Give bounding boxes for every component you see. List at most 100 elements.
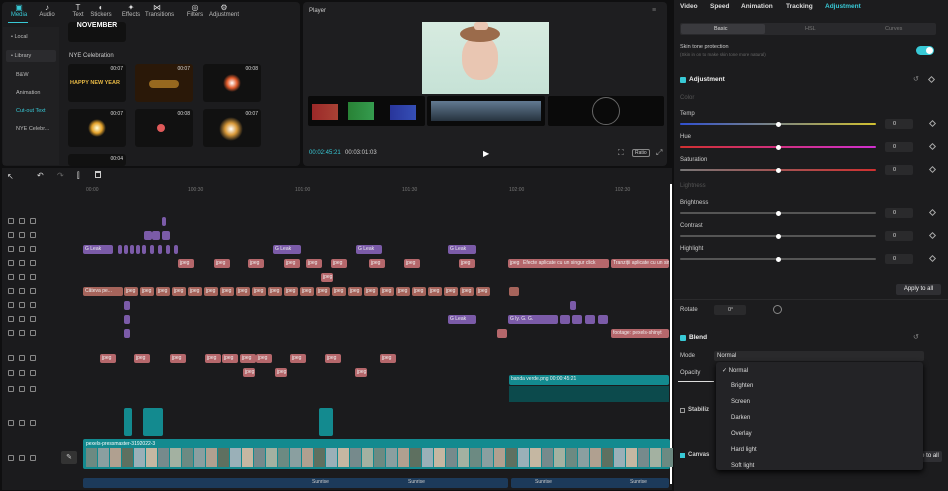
- timeline-clip[interactable]: jpeg: [256, 354, 272, 363]
- mode-select[interactable]: Normal: [714, 351, 924, 361]
- expand-icon[interactable]: ⤢: [656, 148, 662, 158]
- audio-icon[interactable]: [30, 246, 36, 252]
- timeline-clip[interactable]: [166, 245, 170, 254]
- tab-speed[interactable]: Speed: [710, 3, 730, 10]
- timeline-clip[interactable]: jpeg: [275, 368, 287, 377]
- undo-button[interactable]: ↶: [37, 171, 44, 180]
- blend-option[interactable]: Brighten: [731, 383, 753, 389]
- eye-icon[interactable]: [19, 232, 25, 238]
- sub-tab-hsl[interactable]: HSL: [805, 26, 816, 32]
- timeline-clip[interactable]: jpeg: [205, 354, 221, 363]
- lock-icon[interactable]: [8, 355, 14, 361]
- timeline-clip[interactable]: jpeg: [172, 287, 186, 296]
- audio-icon[interactable]: [30, 302, 36, 308]
- timeline-clip[interactable]: G Leak: [448, 245, 476, 254]
- timeline-clip[interactable]: jpeg: [284, 259, 300, 268]
- timeline-clip[interactable]: jpeg: [380, 354, 396, 363]
- timeline-clip[interactable]: jpeg: [240, 354, 256, 363]
- eye-icon[interactable]: [19, 302, 25, 308]
- audio-icon[interactable]: [30, 455, 36, 461]
- timeline-clip[interactable]: jpeg: [178, 259, 194, 268]
- rotate-input[interactable]: 0°: [714, 305, 746, 315]
- library-cutout[interactable]: Cut-out Text: [11, 105, 61, 117]
- select-tool-icon[interactable]: ↖: [7, 172, 14, 181]
- fullscreen-icon[interactable]: ⛶: [618, 148, 624, 158]
- tab-transitions[interactable]: ⋈ Transitions: [145, 3, 174, 18]
- timeline-clip[interactable]: [150, 245, 154, 254]
- timeline-clip[interactable]: jpeg: [331, 259, 347, 268]
- timeline-clip[interactable]: jpeg: [243, 368, 255, 377]
- eye-icon[interactable]: [19, 386, 25, 392]
- timeline-clip[interactable]: jpeg: [428, 287, 442, 296]
- rotate-dial-icon[interactable]: [773, 305, 782, 314]
- eye-icon[interactable]: [19, 218, 25, 224]
- timeline-clip[interactable]: [124, 245, 128, 254]
- blend-option[interactable]: ✓ Normal: [722, 367, 748, 374]
- sticker-happy-new-year[interactable]: 00:07 HAPPY NEW YEAR: [68, 64, 126, 102]
- lock-icon[interactable]: [8, 386, 14, 392]
- timeline-clip[interactable]: jpeg: [380, 287, 394, 296]
- timeline-clip[interactable]: jpeg: [325, 354, 341, 363]
- timeline-clip[interactable]: jpeg: [444, 287, 458, 296]
- timeline-clip[interactable]: jpeg: [364, 287, 378, 296]
- eye-icon[interactable]: [19, 420, 25, 426]
- audio-icon[interactable]: [30, 218, 36, 224]
- timeline-clip[interactable]: jpeg: [316, 287, 330, 296]
- skin-tone-toggle[interactable]: [916, 46, 934, 55]
- blend-option[interactable]: Hard light: [731, 447, 757, 453]
- lock-icon[interactable]: [8, 302, 14, 308]
- slider-knob[interactable]: [776, 144, 781, 150]
- timeline-clip[interactable]: footage: pexels-shinyt: [611, 329, 669, 338]
- lock-icon[interactable]: [8, 218, 14, 224]
- play-button[interactable]: ▶: [483, 149, 489, 158]
- tab-filters[interactable]: ◎ Filters: [183, 3, 207, 18]
- eye-icon[interactable]: [19, 260, 25, 266]
- eye-icon[interactable]: [19, 316, 25, 322]
- timeline-clip[interactable]: jpeg: [248, 259, 264, 268]
- sticker-sparkle[interactable]: 00:07: [203, 109, 261, 147]
- audio-icon[interactable]: [30, 370, 36, 376]
- sticker-partial[interactable]: 00:04: [68, 154, 126, 166]
- eye-icon[interactable]: [19, 274, 25, 280]
- eye-icon[interactable]: [19, 288, 25, 294]
- sub-tab-curves[interactable]: Curves: [885, 26, 902, 32]
- small-clip[interactable]: [124, 408, 132, 436]
- slider-value[interactable]: 0: [885, 208, 913, 218]
- adjustment-checkbox[interactable]: [680, 77, 686, 83]
- timeline-clip[interactable]: [118, 245, 122, 254]
- lock-icon[interactable]: [8, 330, 14, 336]
- slider-knob[interactable]: [776, 167, 781, 173]
- lock-icon[interactable]: [8, 455, 14, 461]
- tab-animation[interactable]: Animation: [741, 3, 773, 10]
- local-item[interactable]: • Local: [6, 31, 56, 43]
- library-bw[interactable]: B&W: [11, 69, 61, 81]
- eye-icon[interactable]: [19, 330, 25, 336]
- tab-audio[interactable]: ♪ Audio: [35, 3, 59, 18]
- tab-video[interactable]: Video: [680, 3, 698, 10]
- lock-icon[interactable]: [8, 420, 14, 426]
- timeline-clip[interactable]: Căteva pe...: [83, 287, 123, 296]
- timeline-clip[interactable]: [174, 245, 178, 254]
- slider-value[interactable]: 0: [885, 254, 913, 264]
- timeline-clip[interactable]: [152, 231, 160, 240]
- timeline-clip[interactable]: jpeg: [252, 287, 266, 296]
- timeline-clip[interactable]: [497, 329, 507, 338]
- sticker-november[interactable]: NOVEMBER: [68, 22, 126, 42]
- apply-all-button[interactable]: Apply to all: [896, 284, 941, 295]
- stabilize-checkbox[interactable]: [680, 408, 685, 413]
- timeline-clip[interactable]: [598, 315, 608, 324]
- timeline-clip[interactable]: G Leak: [83, 245, 113, 254]
- timeline-clip[interactable]: jpeg: [100, 354, 116, 363]
- timeline-clip[interactable]: G Leak: [448, 315, 476, 324]
- slider-knob[interactable]: [776, 210, 781, 216]
- audio-icon[interactable]: [30, 316, 36, 322]
- timeline-clip[interactable]: jpeg: [300, 287, 314, 296]
- library-animation[interactable]: Animation: [11, 87, 61, 99]
- timeline-clip[interactable]: jpeg: [348, 287, 362, 296]
- timeline-clip[interactable]: jpeg: [188, 287, 202, 296]
- eye-icon[interactable]: [19, 370, 25, 376]
- timeline-clip[interactable]: jpeg: [170, 354, 186, 363]
- tab-adjustment[interactable]: Adjustment: [825, 3, 861, 10]
- slider-value[interactable]: 0: [885, 119, 913, 129]
- lock-icon[interactable]: [8, 260, 14, 266]
